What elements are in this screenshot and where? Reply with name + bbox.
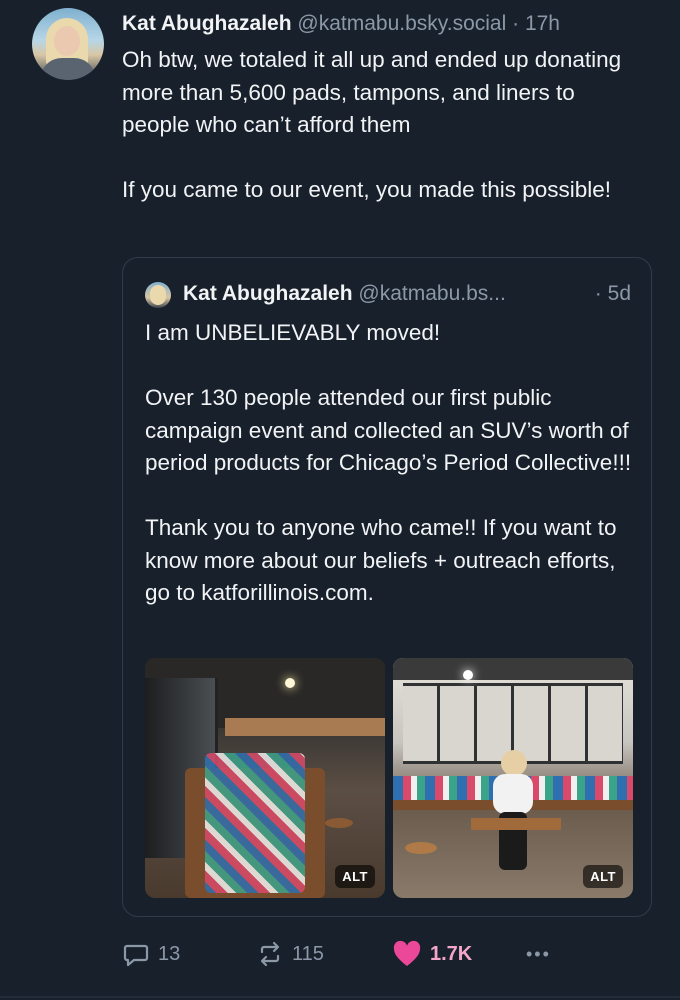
author-avatar[interactable] <box>32 8 104 80</box>
quote-author-avatar[interactable] <box>145 282 171 308</box>
quote-author-name[interactable]: Kat Abughazaleh <box>183 282 353 305</box>
wall-light-band <box>225 718 385 736</box>
reply-button[interactable]: 13 <box>122 936 180 972</box>
post-header: Kat Abughazaleh @katmabu.bsky.social · 1… <box>122 10 560 38</box>
stool <box>325 818 353 828</box>
divider <box>0 996 680 998</box>
person-top <box>493 774 533 814</box>
separator-dot: · <box>512 12 520 35</box>
avatar-face <box>54 26 80 56</box>
alt-badge[interactable]: ALT <box>335 865 375 888</box>
post-time[interactable]: 17h <box>525 12 560 35</box>
reply-icon <box>123 944 149 967</box>
separator-dot: · <box>594 282 602 305</box>
like-button[interactable]: 1.7K <box>392 936 472 972</box>
quote-time-value: 5d <box>607 282 631 305</box>
author-handle[interactable]: @katmabu.bsky.social <box>297 12 506 35</box>
avatar-hair <box>150 285 166 305</box>
quote-author-handle[interactable]: @katmabu.bs... <box>358 282 505 305</box>
repost-icon <box>260 941 280 967</box>
repost-count: 115 <box>292 942 324 965</box>
ceiling <box>393 658 633 680</box>
person-head <box>501 750 527 776</box>
bench <box>471 818 561 830</box>
more-icon: ••• <box>526 943 551 964</box>
author-name[interactable]: Kat Abughazaleh <box>122 12 292 35</box>
event-photo-1[interactable]: ALT <box>145 658 385 898</box>
quote-time[interactable]: · 5d <box>595 280 631 308</box>
post-text: Oh btw, we totaled it all up and ended u… <box>122 47 622 202</box>
heart-icon <box>393 940 421 966</box>
pendant-light <box>285 678 295 688</box>
period-products-pile <box>205 753 305 893</box>
like-count: 1.7K <box>430 942 473 965</box>
reply-count: 13 <box>158 942 181 965</box>
stool <box>405 842 437 854</box>
post-actions: 13 115 1.7K ••• <box>122 936 562 972</box>
event-photo-2[interactable]: ALT <box>393 658 633 898</box>
quote-header: Kat Abughazaleh @katmabu.bs... <box>183 280 506 308</box>
quoted-post[interactable]: Kat Abughazaleh @katmabu.bs... · 5d I am… <box>122 257 652 917</box>
more-button[interactable]: ••• <box>526 936 551 972</box>
alt-badge[interactable]: ALT <box>583 865 623 888</box>
repost-button[interactable]: 115 <box>256 936 324 972</box>
quote-text: I am UNBELIEVABLY moved! Over 130 people… <box>145 320 632 605</box>
ceiling-light <box>463 670 473 680</box>
post: Kat Abughazaleh @katmabu.bsky.social · 1… <box>0 0 680 1000</box>
